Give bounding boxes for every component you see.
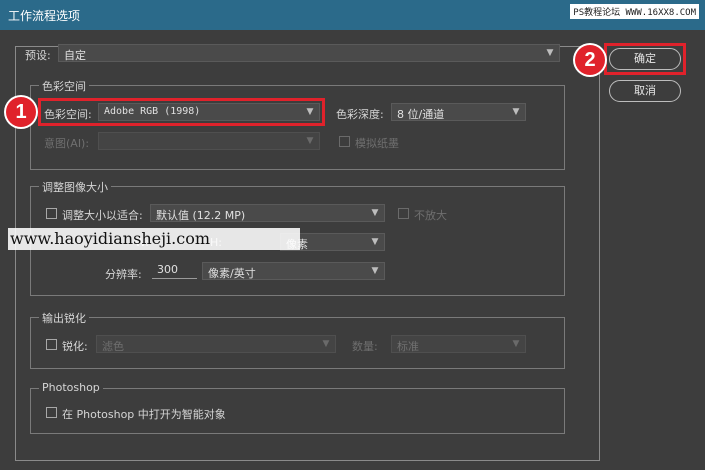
- smart-object-label: 在 Photoshop 中打开为智能对象: [62, 408, 226, 421]
- sharpen-legend: 输出锐化: [39, 310, 89, 326]
- sharpen-value: 滤色: [102, 340, 124, 353]
- color-space-highlight: [38, 98, 325, 126]
- callout-1-badge: 1: [6, 97, 36, 127]
- chevron-down-icon: ▼: [322, 339, 330, 349]
- site-watermark: PS教程论坛 WWW.16XX8.COM: [570, 4, 699, 19]
- sharpen-label: 锐化:: [62, 340, 88, 353]
- photoshop-legend: Photoshop: [39, 381, 103, 394]
- window-title: 工作流程选项: [8, 9, 81, 23]
- resolution-value: 300: [157, 263, 178, 276]
- color-depth-value: 8 位/通道: [397, 108, 445, 121]
- simulate-paper-checkbox[interactable]: [339, 136, 350, 147]
- chevron-down-icon: ▼: [512, 107, 520, 117]
- color-depth-label: 色彩深度:: [336, 108, 384, 121]
- intent-label: 意图(AI):: [44, 137, 90, 150]
- callout-2-badge: 2: [575, 45, 605, 75]
- color-depth-select[interactable]: 8 位/通道 ▼: [391, 103, 526, 121]
- fit-checkbox[interactable]: [46, 208, 57, 219]
- resolution-unit-select[interactable]: 像素/英寸 ▼: [202, 262, 385, 280]
- resolution-label: 分辨率:: [105, 268, 142, 281]
- preset-select[interactable]: 自定 ▼: [58, 44, 560, 62]
- chevron-down-icon: ▼: [512, 339, 520, 349]
- chevron-down-icon: ▼: [546, 48, 554, 58]
- ok-button-highlight: [604, 43, 686, 75]
- resolution-input[interactable]: 300: [152, 262, 197, 279]
- chevron-down-icon: ▼: [371, 266, 379, 276]
- no-enlarge-label: 不放大: [414, 209, 447, 222]
- cancel-button[interactable]: 取消: [609, 80, 681, 102]
- chevron-down-icon: ▼: [371, 237, 379, 247]
- site-watermark-overlay: www.haoyidiansheji.com: [8, 228, 300, 250]
- simulate-paper-label: 模拟纸墨: [355, 137, 399, 150]
- smart-object-checkbox[interactable]: [46, 407, 57, 418]
- amount-value: 标准: [397, 340, 419, 353]
- sharpen-checkbox[interactable]: [46, 339, 57, 350]
- fit-value: 默认值 (12.2 MP): [156, 209, 246, 222]
- preset-label: 预设:: [25, 49, 51, 62]
- preset-value: 自定: [64, 49, 86, 62]
- amount-label: 数量:: [352, 340, 378, 353]
- resolution-unit-value: 像素/英寸: [208, 267, 256, 280]
- fit-label: 调整大小以适合:: [62, 209, 143, 222]
- title-bar: 工作流程选项 PS教程论坛 WWW.16XX8.COM: [0, 0, 705, 30]
- color-space-legend: 色彩空间: [39, 78, 89, 94]
- sharpen-select[interactable]: 滤色 ▼: [96, 335, 336, 353]
- chevron-down-icon: ▼: [371, 208, 379, 218]
- amount-select[interactable]: 标准 ▼: [391, 335, 526, 353]
- chevron-down-icon: ▼: [306, 136, 314, 146]
- intent-select[interactable]: ▼: [98, 132, 320, 150]
- no-enlarge-checkbox[interactable]: [398, 208, 409, 219]
- fit-select[interactable]: 默认值 (12.2 MP) ▼: [150, 204, 385, 222]
- resize-legend: 调整图像大小: [39, 179, 111, 195]
